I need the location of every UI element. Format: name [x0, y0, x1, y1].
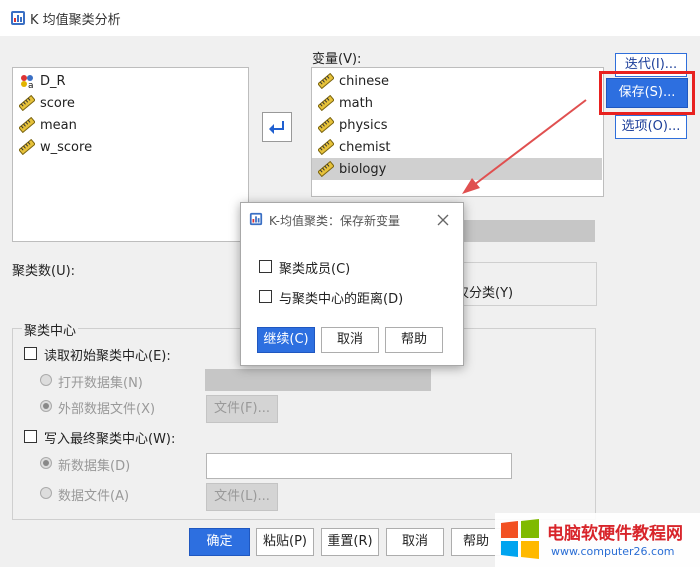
scale-variable-icon [318, 95, 334, 111]
open-dataset-select[interactable] [205, 369, 431, 391]
move-variable-button[interactable] [262, 112, 292, 142]
data-file-label: 数据文件(A) [58, 489, 130, 504]
write-final-label: 写入最终聚类中心(W): [44, 432, 176, 447]
file-button-2[interactable]: 文件(L)... [206, 483, 278, 511]
move-arrow-icon [269, 121, 284, 134]
scale-variable-icon [318, 161, 334, 177]
variable-name: mean [40, 117, 77, 133]
new-dataset-radio[interactable] [40, 457, 52, 469]
distance-checkbox[interactable] [259, 290, 272, 303]
new-dataset-label: 新数据集(D) [58, 459, 131, 474]
watermark-url: www.computer26.com [551, 545, 675, 558]
variable-item[interactable]: math [318, 93, 373, 113]
external-file-label: 外部数据文件(X) [58, 402, 156, 417]
ok-button[interactable]: 确定 [189, 528, 250, 556]
title-bar: K 均值聚类分析 [0, 0, 700, 36]
spss-app-icon [249, 212, 263, 226]
scale-variable-icon [318, 73, 334, 89]
variable-item[interactable]: physics [318, 115, 388, 135]
variable-name: biology [339, 161, 387, 177]
cluster-membership-label: 聚类成员(C) [279, 262, 351, 277]
windows-logo-icon [501, 519, 539, 559]
save-button[interactable]: 保存(S)... [606, 78, 688, 108]
close-icon[interactable] [437, 214, 449, 226]
svg-text:a: a [28, 81, 34, 89]
source-variable-item[interactable]: w_score [19, 137, 92, 157]
new-dataset-input[interactable] [206, 453, 512, 479]
source-variable-item[interactable]: score [19, 93, 75, 113]
reset-button[interactable]: 重置(R) [321, 528, 379, 556]
variable-item[interactable]: chemist [318, 137, 391, 157]
variable-name: chemist [339, 139, 391, 155]
external-file-radio[interactable] [40, 400, 52, 412]
hidden-field [455, 220, 595, 242]
source-variable-item[interactable]: a D_R [19, 71, 66, 91]
scale-variable-icon [19, 95, 35, 111]
variables-label: 变量(V): [312, 52, 362, 67]
cluster-centers-title: 聚类中心 [22, 320, 79, 339]
distance-label: 与聚类中心的距离(D) [279, 292, 404, 307]
continue-button[interactable]: 继续(C) [257, 327, 315, 353]
save-variables-dialog: K-均值聚类：保存新变量 聚类成员(C) 与聚类中心的距离(D) 继续(C) 取… [240, 202, 464, 366]
read-initial-checkbox[interactable] [24, 347, 37, 360]
help-button[interactable]: 帮助 [451, 528, 501, 556]
scale-variable-icon [318, 117, 334, 133]
write-final-checkbox[interactable] [24, 430, 37, 443]
variable-name: physics [339, 117, 388, 133]
annotation-arrow-icon [462, 99, 587, 194]
spss-app-icon [11, 11, 25, 25]
options-button[interactable]: 选项(O)... [615, 115, 687, 139]
cluster-count-label: 聚类数(U): [12, 264, 76, 279]
window-title: K 均值聚类分析 [30, 13, 121, 28]
variable-item-selected[interactable]: biology [318, 159, 386, 179]
cancel-button[interactable]: 取消 [386, 528, 444, 556]
classify-only-label[interactable]: 仅分类(Y) [456, 282, 513, 301]
variable-name: D_R [40, 73, 66, 89]
dialog-cancel-button[interactable]: 取消 [321, 327, 379, 353]
file-button-1[interactable]: 文件(F)... [206, 395, 278, 423]
cluster-membership-checkbox[interactable] [259, 260, 272, 273]
open-dataset-label: 打开数据集(N) [58, 376, 143, 391]
scale-variable-icon [19, 139, 35, 155]
source-variable-list[interactable]: a D_R score mean w_score [12, 67, 249, 242]
watermark: 电脑软硬件教程网 www.computer26.com [495, 513, 700, 567]
scale-variable-icon [318, 139, 334, 155]
variable-name: chinese [339, 73, 390, 89]
variable-item[interactable]: chinese [318, 71, 389, 91]
variable-name: math [339, 95, 373, 111]
watermark-name: 电脑软硬件教程网 [547, 524, 683, 544]
paste-button[interactable]: 粘贴(P) [256, 528, 314, 556]
read-initial-label: 读取初始聚类中心(E): [44, 349, 171, 364]
variable-name: score [40, 95, 75, 111]
data-file-radio[interactable] [40, 487, 52, 499]
source-variable-item[interactable]: mean [19, 115, 77, 135]
open-dataset-radio[interactable] [40, 374, 52, 386]
dialog-title: K-均值聚类：保存新变量 [269, 214, 400, 228]
dialog-help-button[interactable]: 帮助 [385, 327, 443, 353]
nominal-variable-icon: a [21, 75, 34, 89]
scale-variable-icon [19, 117, 35, 133]
variable-name: w_score [40, 139, 93, 155]
